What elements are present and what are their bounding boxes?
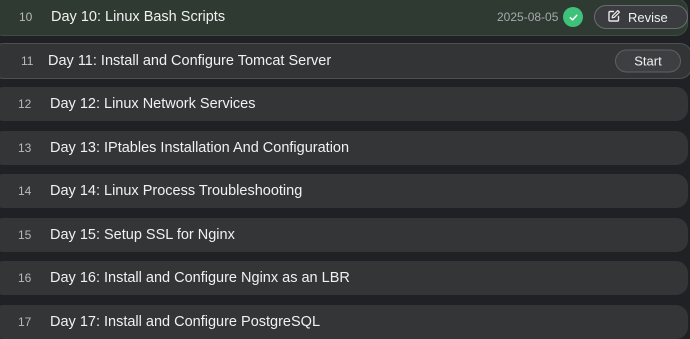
list-item-day-14[interactable]: 14 Day 14: Linux Process Troubleshooting <box>0 174 688 208</box>
item-title: Day 16: Install and Configure Nginx as a… <box>50 270 350 286</box>
item-title: Day 17: Install and Configure PostgreSQL <box>50 314 321 330</box>
item-title: Day 14: Linux Process Troubleshooting <box>50 183 303 199</box>
item-number: 13 <box>18 141 32 155</box>
list-item-day-15[interactable]: 15 Day 15: Setup SSL for Nginx <box>0 218 688 252</box>
list-item-day-10[interactable]: 10 Day 10: Linux Bash Scripts 2025-08-05… <box>0 0 688 36</box>
item-title: Day 13: IPtables Installation And Config… <box>50 140 350 156</box>
task-list: 10 Day 10: Linux Bash Scripts 2025-08-05… <box>0 0 690 339</box>
item-title: Day 11: Install and Configure Tomcat Ser… <box>48 53 332 69</box>
item-number: 17 <box>18 315 32 329</box>
completion-date: 2025-08-05 <box>497 10 559 24</box>
item-number: 16 <box>18 271 32 285</box>
edit-icon <box>607 9 621 26</box>
list-item-day-17[interactable]: 17 Day 17: Install and Configure Postgre… <box>0 305 688 339</box>
item-title: Day 10: Linux Bash Scripts <box>51 9 226 25</box>
list-item-day-13[interactable]: 13 Day 13: IPtables Installation And Con… <box>0 131 688 165</box>
revise-label: Revise <box>628 9 668 25</box>
item-title: Day 12: Linux Network Services <box>50 96 256 112</box>
item-number: 15 <box>18 228 32 242</box>
item-number: 14 <box>18 184 32 198</box>
list-item-day-16[interactable]: 16 Day 16: Install and Configure Nginx a… <box>0 261 688 295</box>
list-item-day-11[interactable]: 11 Day 11: Install and Configure Tomcat … <box>0 43 690 79</box>
revise-button[interactable]: Revise <box>594 5 688 29</box>
check-icon <box>563 7 583 27</box>
item-title: Day 15: Setup SSL for Nginx <box>50 227 235 243</box>
item-number: 12 <box>18 97 32 111</box>
list-item-day-12[interactable]: 12 Day 12: Linux Network Services <box>0 87 688 121</box>
item-number: 11 <box>21 54 34 68</box>
item-number: 10 <box>19 10 33 24</box>
start-button[interactable]: Start <box>615 49 681 73</box>
